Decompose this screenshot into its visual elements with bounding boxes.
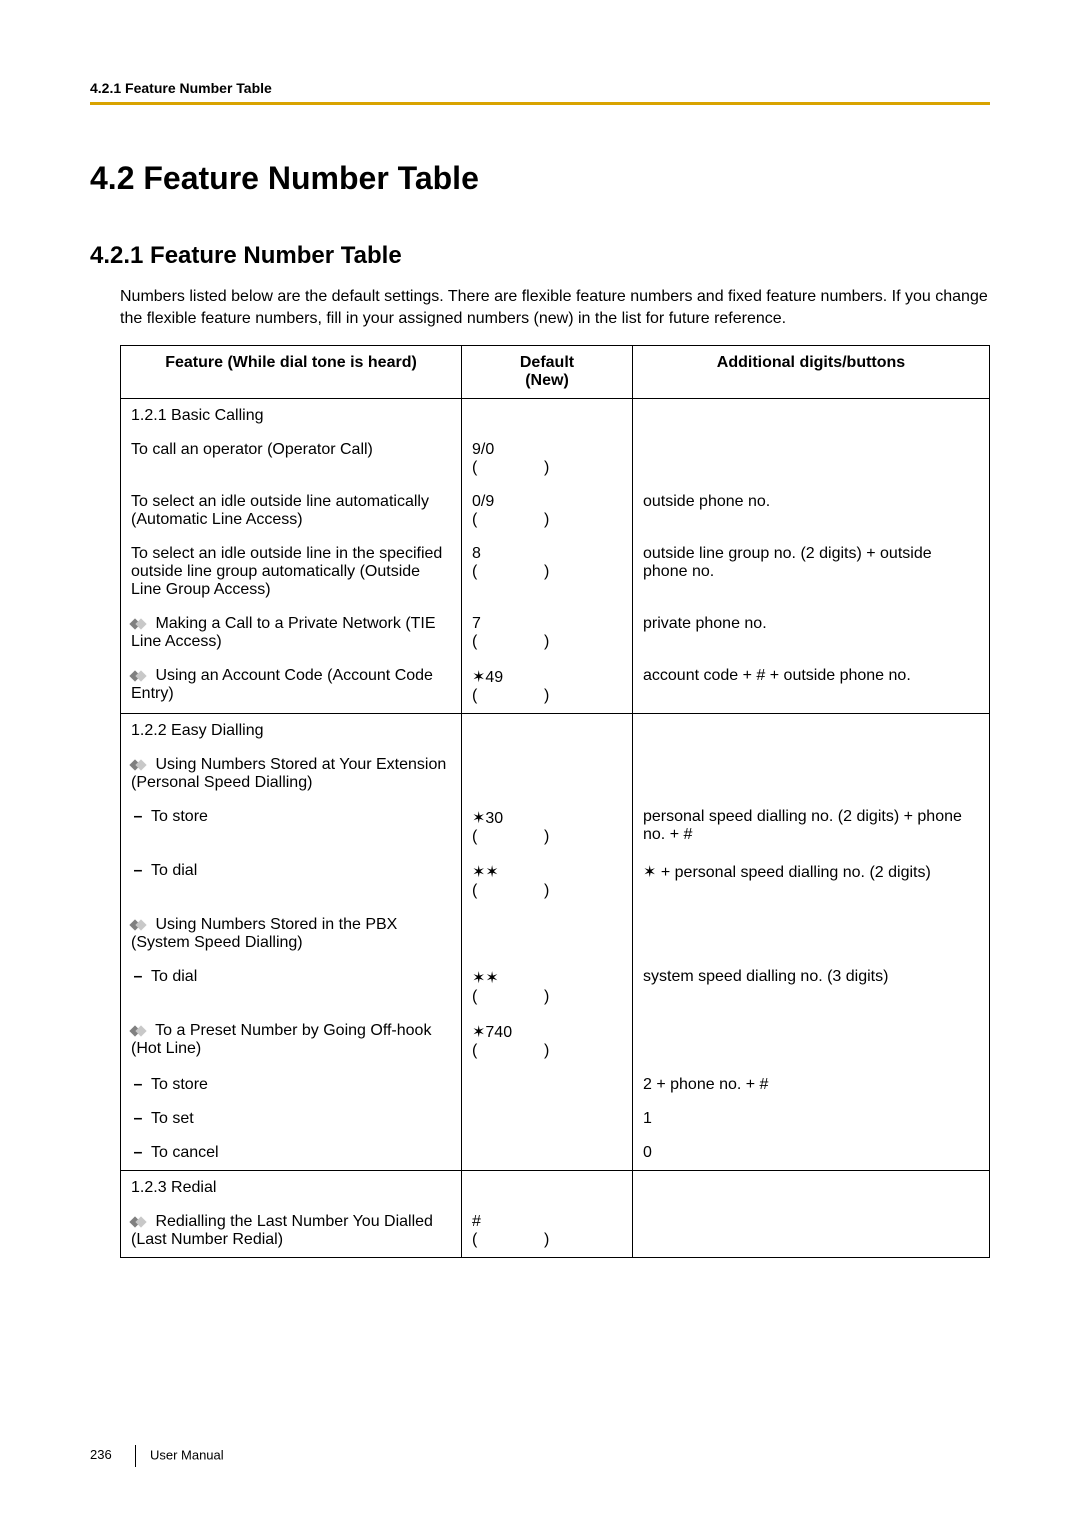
cell-text: To store [151, 808, 208, 825]
cell-default: ✶✶ ( ) [462, 854, 633, 908]
intro-paragraph: Numbers listed below are the default set… [120, 286, 990, 329]
th-default: Default (New) [462, 346, 633, 399]
cell-feature: 1.2.1 Basic Calling [121, 399, 462, 434]
cell-text: Redialling the Last Number You Dialled (… [131, 1213, 433, 1248]
th-feature: Feature (While dial tone is heard) [121, 346, 462, 399]
th-default-l1: Default [520, 354, 574, 371]
cell-text: To dial [151, 862, 197, 879]
cell-default: 0/9 ( ) [462, 485, 633, 537]
th-default-l2: (New) [525, 372, 569, 389]
cell-default: ✶✶ ( ) [462, 960, 633, 1014]
diamond-icon [131, 1026, 147, 1036]
feature-number-table: Feature (While dial tone is heard) Defau… [120, 345, 990, 1258]
cell-feature: Making a Call to a Private Network (TIE … [121, 607, 462, 659]
cell-text: Using Numbers Stored in the PBX (System … [131, 916, 397, 951]
cell-default [462, 908, 633, 960]
cell-default [462, 1102, 633, 1136]
cell-default: # ( ) [462, 1205, 633, 1258]
cell-additional [633, 714, 990, 749]
th-additional: Additional digits/buttons [633, 346, 990, 399]
document-page: 4.2.1 Feature Number Table 4.2 Feature N… [0, 0, 1080, 1527]
cell-additional: system speed dialling no. (3 digits) [633, 960, 990, 1014]
dash-icon: – [131, 968, 145, 986]
cell-feature: To a Preset Number by Going Off-hook (Ho… [121, 1014, 462, 1068]
cell-additional [633, 1014, 990, 1068]
cell-additional: 2 + phone no. + # [633, 1068, 990, 1102]
cell-feature: –To set [121, 1102, 462, 1136]
cell-feature: Redialling the Last Number You Dialled (… [121, 1205, 462, 1258]
cell-additional [633, 1171, 990, 1206]
diamond-icon [131, 920, 147, 930]
dash-icon: – [131, 1110, 145, 1128]
cell-default: 7 ( ) [462, 607, 633, 659]
cell-default [462, 748, 633, 800]
cell-additional [633, 433, 990, 485]
cell-feature: Using an Account Code (Account Code Entr… [121, 659, 462, 714]
section-title: 4.2 Feature Number Table [90, 160, 990, 197]
cell-additional: outside line group no. (2 digits) + outs… [633, 537, 990, 607]
cell-text: Using an Account Code (Account Code Entr… [131, 667, 433, 702]
cell-default: 9/0 ( ) [462, 433, 633, 485]
cell-text: To a Preset Number by Going Off-hook (Ho… [131, 1022, 431, 1057]
dash-icon: – [131, 862, 145, 880]
page-footer: 236 User Manual [90, 1445, 224, 1467]
cell-default [462, 399, 633, 434]
cell-additional [633, 748, 990, 800]
cell-additional [633, 908, 990, 960]
diamond-icon [131, 1217, 147, 1227]
cell-default [462, 1068, 633, 1102]
cell-text: Making a Call to a Private Network (TIE … [131, 615, 436, 650]
subsection-title: 4.2.1 Feature Number Table [90, 242, 990, 270]
running-header: 4.2.1 Feature Number Table [90, 80, 990, 105]
cell-feature: To select an idle outside line in the sp… [121, 537, 462, 607]
cell-default: ✶49 ( ) [462, 659, 633, 714]
diamond-icon [131, 619, 147, 629]
cell-feature: –To dial [121, 960, 462, 1014]
diamond-icon [131, 760, 147, 770]
cell-additional: outside phone no. [633, 485, 990, 537]
dash-icon: – [131, 1076, 145, 1094]
cell-additional: 1 [633, 1102, 990, 1136]
footer-label: User Manual [150, 1447, 224, 1462]
cell-additional [633, 399, 990, 434]
footer-separator [135, 1445, 136, 1467]
cell-default: ✶30 ( ) [462, 800, 633, 854]
cell-feature: To select an idle outside line automatic… [121, 485, 462, 537]
cell-text: To dial [151, 968, 197, 985]
cell-feature: –To dial [121, 854, 462, 908]
cell-feature: To call an operator (Operator Call) [121, 433, 462, 485]
cell-additional: 0 [633, 1136, 990, 1171]
cell-feature: –To store [121, 800, 462, 854]
cell-additional [633, 1205, 990, 1258]
cell-default: ✶740 ( ) [462, 1014, 633, 1068]
cell-text: To store [151, 1076, 208, 1093]
cell-additional: private phone no. [633, 607, 990, 659]
dash-icon: – [131, 1144, 145, 1162]
cell-feature: 1.2.2 Easy Dialling [121, 714, 462, 749]
cell-additional: account code + # + outside phone no. [633, 659, 990, 714]
cell-text: To set [151, 1110, 194, 1127]
cell-additional: ✶ + personal speed dialling no. (2 digit… [633, 854, 990, 908]
cell-feature: Using Numbers Stored in the PBX (System … [121, 908, 462, 960]
cell-text: To cancel [151, 1144, 219, 1161]
diamond-icon [131, 671, 147, 681]
page-number: 236 [90, 1447, 112, 1462]
cell-feature: –To cancel [121, 1136, 462, 1171]
cell-feature: Using Numbers Stored at Your Extension (… [121, 748, 462, 800]
cell-feature: –To store [121, 1068, 462, 1102]
cell-text: Using Numbers Stored at Your Extension (… [131, 756, 446, 791]
cell-default: 8 ( ) [462, 537, 633, 607]
dash-icon: – [131, 808, 145, 826]
cell-default [462, 1171, 633, 1206]
cell-default [462, 714, 633, 749]
cell-additional: personal speed dialling no. (2 digits) +… [633, 800, 990, 854]
cell-feature: 1.2.3 Redial [121, 1171, 462, 1206]
cell-default [462, 1136, 633, 1171]
